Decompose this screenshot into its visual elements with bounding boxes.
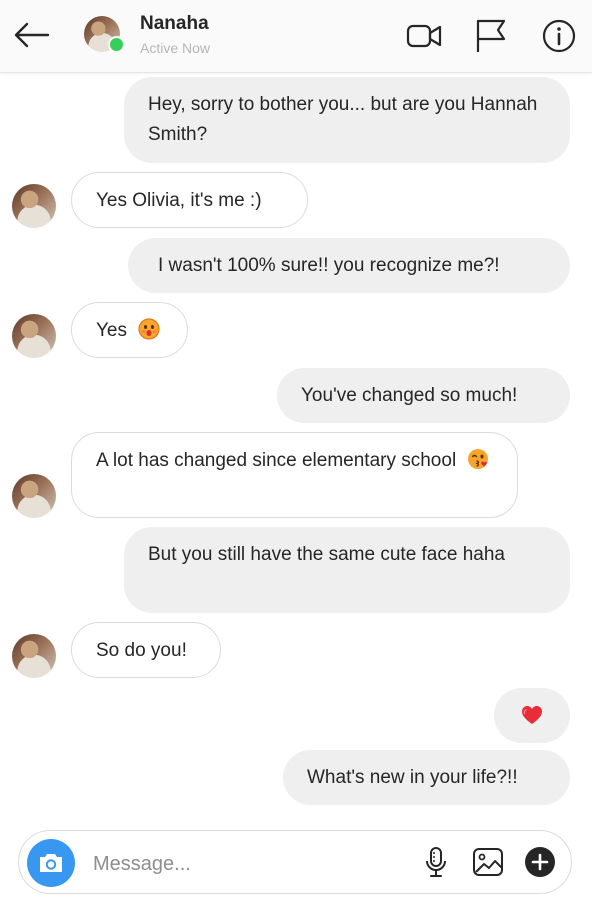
message-text: You've changed so much! xyxy=(301,385,518,406)
message-outgoing-reaction[interactable] xyxy=(494,688,570,743)
active-status: Active Now xyxy=(140,40,211,56)
message-text: But you still have the same cute face ha… xyxy=(148,544,505,565)
video-call-icon[interactable] xyxy=(405,17,443,55)
gallery-icon[interactable] xyxy=(471,845,505,879)
microphone-icon[interactable] xyxy=(419,845,453,879)
red-heart-emoji-icon xyxy=(522,706,542,724)
message-incoming[interactable]: Yes Olivia, it's me :) xyxy=(71,172,308,228)
message-text: Yes Olivia, it's me :) xyxy=(96,190,262,211)
message-text: Hey, sorry to bother you... but are you … xyxy=(148,94,538,145)
message-input[interactable] xyxy=(91,847,395,881)
info-icon[interactable] xyxy=(540,17,578,55)
online-status-dot xyxy=(108,36,125,53)
message-text: I wasn't 100% sure!! you recognize me?! xyxy=(158,255,500,276)
message-text: So do you! xyxy=(96,640,187,661)
message-outgoing[interactable]: But you still have the same cute face ha… xyxy=(124,527,570,613)
report-flag-icon[interactable] xyxy=(472,17,510,55)
sender-avatar[interactable] xyxy=(12,314,56,358)
chat-header: Nanaha Active Now xyxy=(0,0,592,73)
message-composer xyxy=(18,830,572,894)
message-text: What's new in your life?!! xyxy=(307,767,518,788)
camera-icon xyxy=(40,854,62,872)
sender-avatar[interactable] xyxy=(12,634,56,678)
message-outgoing[interactable]: What's new in your life?!! xyxy=(283,750,570,805)
message-incoming[interactable]: So do you! xyxy=(71,622,221,678)
message-text: Yes xyxy=(96,320,127,341)
camera-button[interactable] xyxy=(27,839,75,887)
plus-icon[interactable] xyxy=(523,845,557,879)
sender-avatar[interactable] xyxy=(12,474,56,518)
message-outgoing[interactable]: You've changed so much! xyxy=(277,368,570,423)
message-outgoing[interactable]: I wasn't 100% sure!! you recognize me?! xyxy=(128,238,570,293)
back-arrow-icon[interactable] xyxy=(12,20,50,50)
hushed-face-emoji-icon xyxy=(138,318,160,340)
message-outgoing[interactable]: Hey, sorry to bother you... but are you … xyxy=(124,77,570,163)
message-text: A lot has changed since elementary schoo… xyxy=(96,450,457,471)
message-incoming[interactable]: Yes xyxy=(71,302,188,358)
sender-avatar[interactable] xyxy=(12,184,56,228)
face-blowing-kiss-emoji-icon xyxy=(468,449,489,469)
contact-avatar[interactable] xyxy=(84,16,125,54)
contact-name[interactable]: Nanaha xyxy=(140,13,209,35)
message-incoming[interactable]: A lot has changed since elementary schoo… xyxy=(71,432,518,518)
